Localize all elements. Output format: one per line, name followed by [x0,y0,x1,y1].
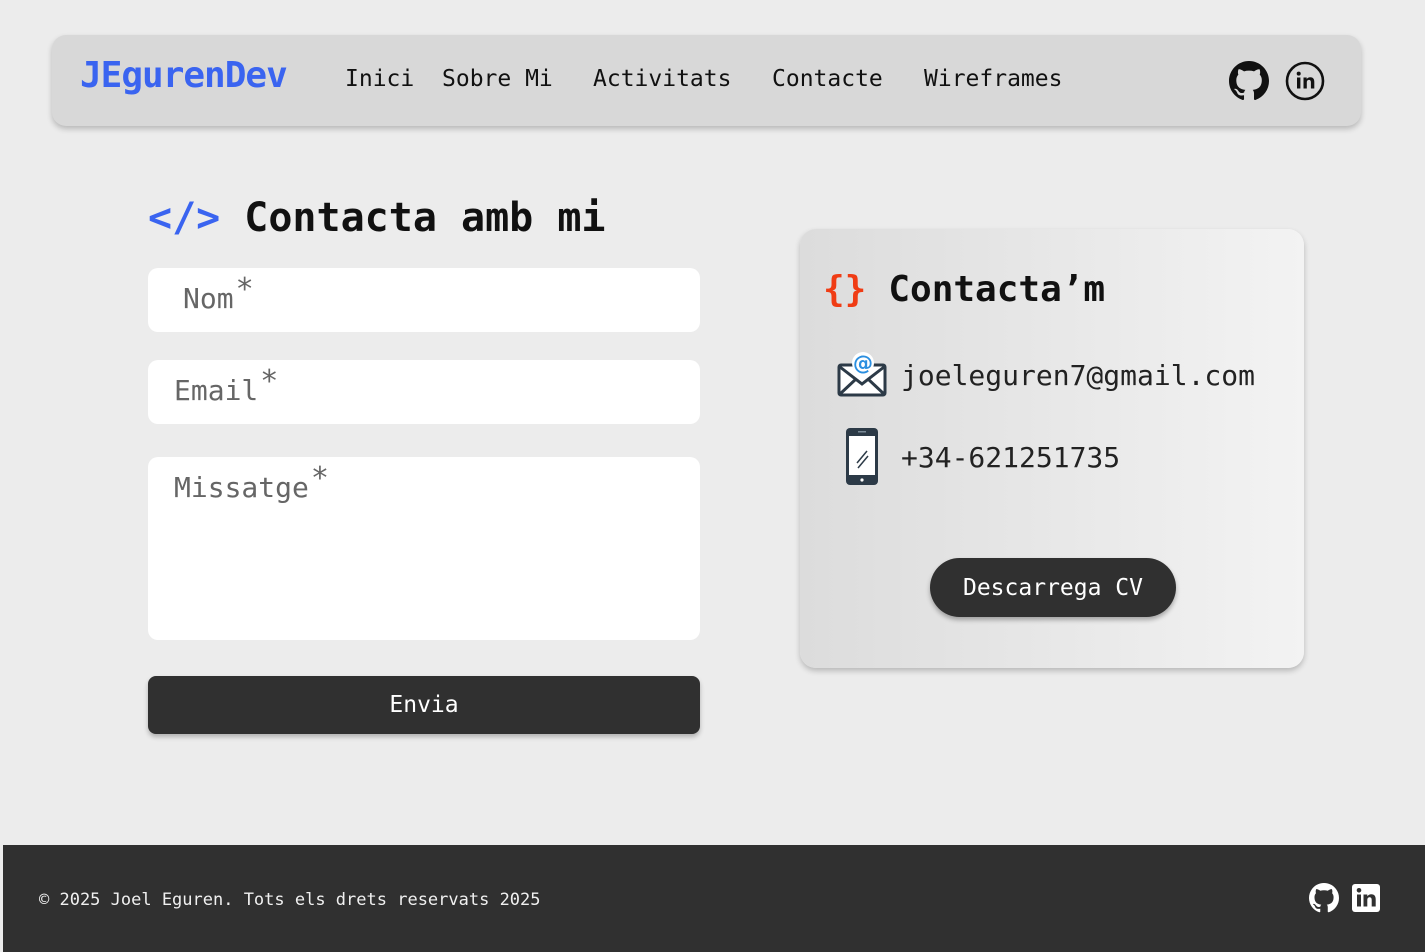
contact-phone[interactable]: +34-621251735 [901,441,1120,474]
contact-card: {} Contacta’m @ joeleguren7@gmail.com +3… [800,229,1304,668]
code-icon: </> [148,195,221,241]
nav-link-wireframes[interactable]: Wireframes [924,66,1062,92]
name-placeholder: Nom* [183,272,254,315]
send-button[interactable]: Envia [148,676,700,734]
email-field[interactable]: Email* [148,360,700,424]
message-placeholder: Missatge* [174,461,329,504]
contact-email[interactable]: joeleguren7@gmail.com [901,359,1255,392]
required-asterisk: * [310,461,329,496]
form-title-text: Contacta amb mi [244,195,606,241]
mail-icon: @ [837,351,887,397]
svg-text:@: @ [853,351,873,375]
required-asterisk: * [235,272,254,307]
nav-link-sobre-mi[interactable]: Sobre Mi [442,66,553,92]
linkedin-icon[interactable] [1351,883,1381,913]
footer: © 2025 Joel Eguren. Tots els drets reser… [3,845,1425,952]
message-field[interactable]: Missatge* [148,457,700,640]
brand-logo[interactable]: JEgurenDev [80,55,288,96]
braces-icon: {} [823,269,867,310]
card-title-text: Contacta’m [888,269,1106,310]
name-field[interactable]: Nom* [148,268,700,332]
github-icon[interactable] [1309,883,1339,913]
card-heading: {} Contacta’m [823,269,1105,310]
nav-link-inici[interactable]: Inici [345,66,414,92]
phone-icon [846,428,878,485]
email-placeholder: Email* [174,364,279,407]
navbar: JEgurenDev Inici Sobre Mi Activitats Con… [52,35,1361,126]
nav-link-contacte[interactable]: Contacte [772,66,883,92]
linkedin-icon[interactable] [1285,61,1325,101]
email-row: @ joeleguren7@gmail.com [837,351,1255,399]
phone-row: +34-621251735 [837,427,1120,487]
form-heading: </> Contacta amb mi [148,195,605,241]
github-icon[interactable] [1229,61,1269,101]
nav-link-activitats[interactable]: Activitats [593,66,731,92]
copyright-text: © 2025 Joel Eguren. Tots els drets reser… [39,890,541,910]
download-cv-button[interactable]: Descarrega CV [930,558,1176,617]
required-asterisk: * [260,364,279,399]
